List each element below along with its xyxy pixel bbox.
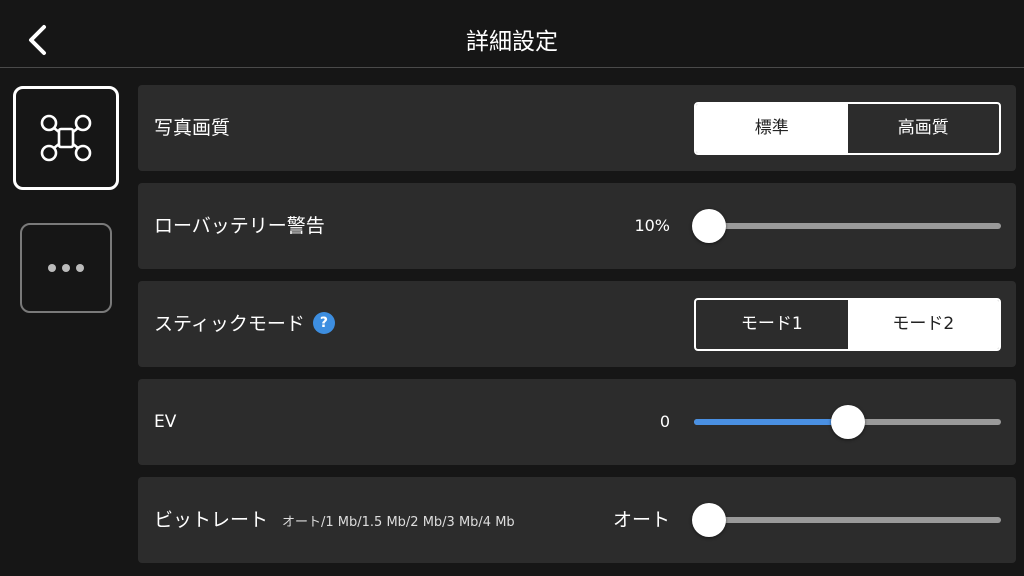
- bitrate-label-wrap: ビットレート オート/1 Mb/1.5 Mb/2 Mb/3 Mb/4 Mb: [154, 477, 515, 563]
- slider-fill: [694, 419, 848, 425]
- help-icon[interactable]: ?: [312, 311, 335, 334]
- sidebar-tab-more[interactable]: [20, 223, 112, 313]
- bitrate-value: オート: [612, 509, 670, 531]
- ev-slider[interactable]: [694, 405, 1001, 439]
- stick-mode-label: スティックモード: [154, 313, 305, 335]
- setting-row-stick-mode: スティックモード? モード1 モード2: [138, 281, 1016, 367]
- photo-quality-option-high[interactable]: 高画質: [848, 104, 1000, 153]
- stick-mode-option-1[interactable]: モード1: [696, 300, 848, 349]
- ev-label: EV: [154, 412, 177, 432]
- setting-row-bitrate: ビットレート オート/1 Mb/1.5 Mb/2 Mb/3 Mb/4 Mb オート: [138, 477, 1016, 563]
- slider-thumb[interactable]: [830, 405, 865, 439]
- ev-value: 0: [659, 412, 670, 431]
- slider-thumb[interactable]: [692, 209, 726, 243]
- bitrate-slider[interactable]: [692, 503, 1001, 537]
- setting-row-photo-quality: 写真画質 標準 高画質: [138, 85, 1016, 171]
- setting-row-low-battery: ローバッテリー警告 10%: [138, 183, 1016, 269]
- drone-icon: [40, 114, 92, 162]
- more-horizontal-icon: [48, 264, 84, 272]
- photo-quality-label: 写真画質: [154, 117, 231, 139]
- slider-thumb[interactable]: [692, 503, 726, 537]
- page-title: 詳細設定: [466, 29, 558, 55]
- stick-mode-label-wrap: スティックモード?: [154, 281, 335, 367]
- low-battery-label: ローバッテリー警告: [154, 215, 325, 237]
- photo-quality-option-standard[interactable]: 標準: [696, 104, 848, 153]
- low-battery-slider[interactable]: [692, 209, 1001, 243]
- photo-quality-segmented-control: 標準 高画質: [694, 102, 1001, 155]
- stick-mode-segmented-control: モード1 モード2: [694, 298, 1001, 351]
- slider-track: [694, 517, 1001, 523]
- stick-mode-option-2[interactable]: モード2: [847, 300, 999, 349]
- slider-track: [694, 223, 1001, 229]
- setting-row-ev: EV 0: [138, 379, 1016, 465]
- bitrate-options-hint: オート/1 Mb/1.5 Mb/2 Mb/3 Mb/4 Mb: [282, 515, 515, 530]
- header-bar: 詳細設定: [0, 0, 1024, 68]
- low-battery-value: 10%: [634, 216, 670, 235]
- sidebar-tab-aircraft[interactable]: [13, 86, 119, 190]
- bitrate-label: ビットレート: [154, 509, 269, 531]
